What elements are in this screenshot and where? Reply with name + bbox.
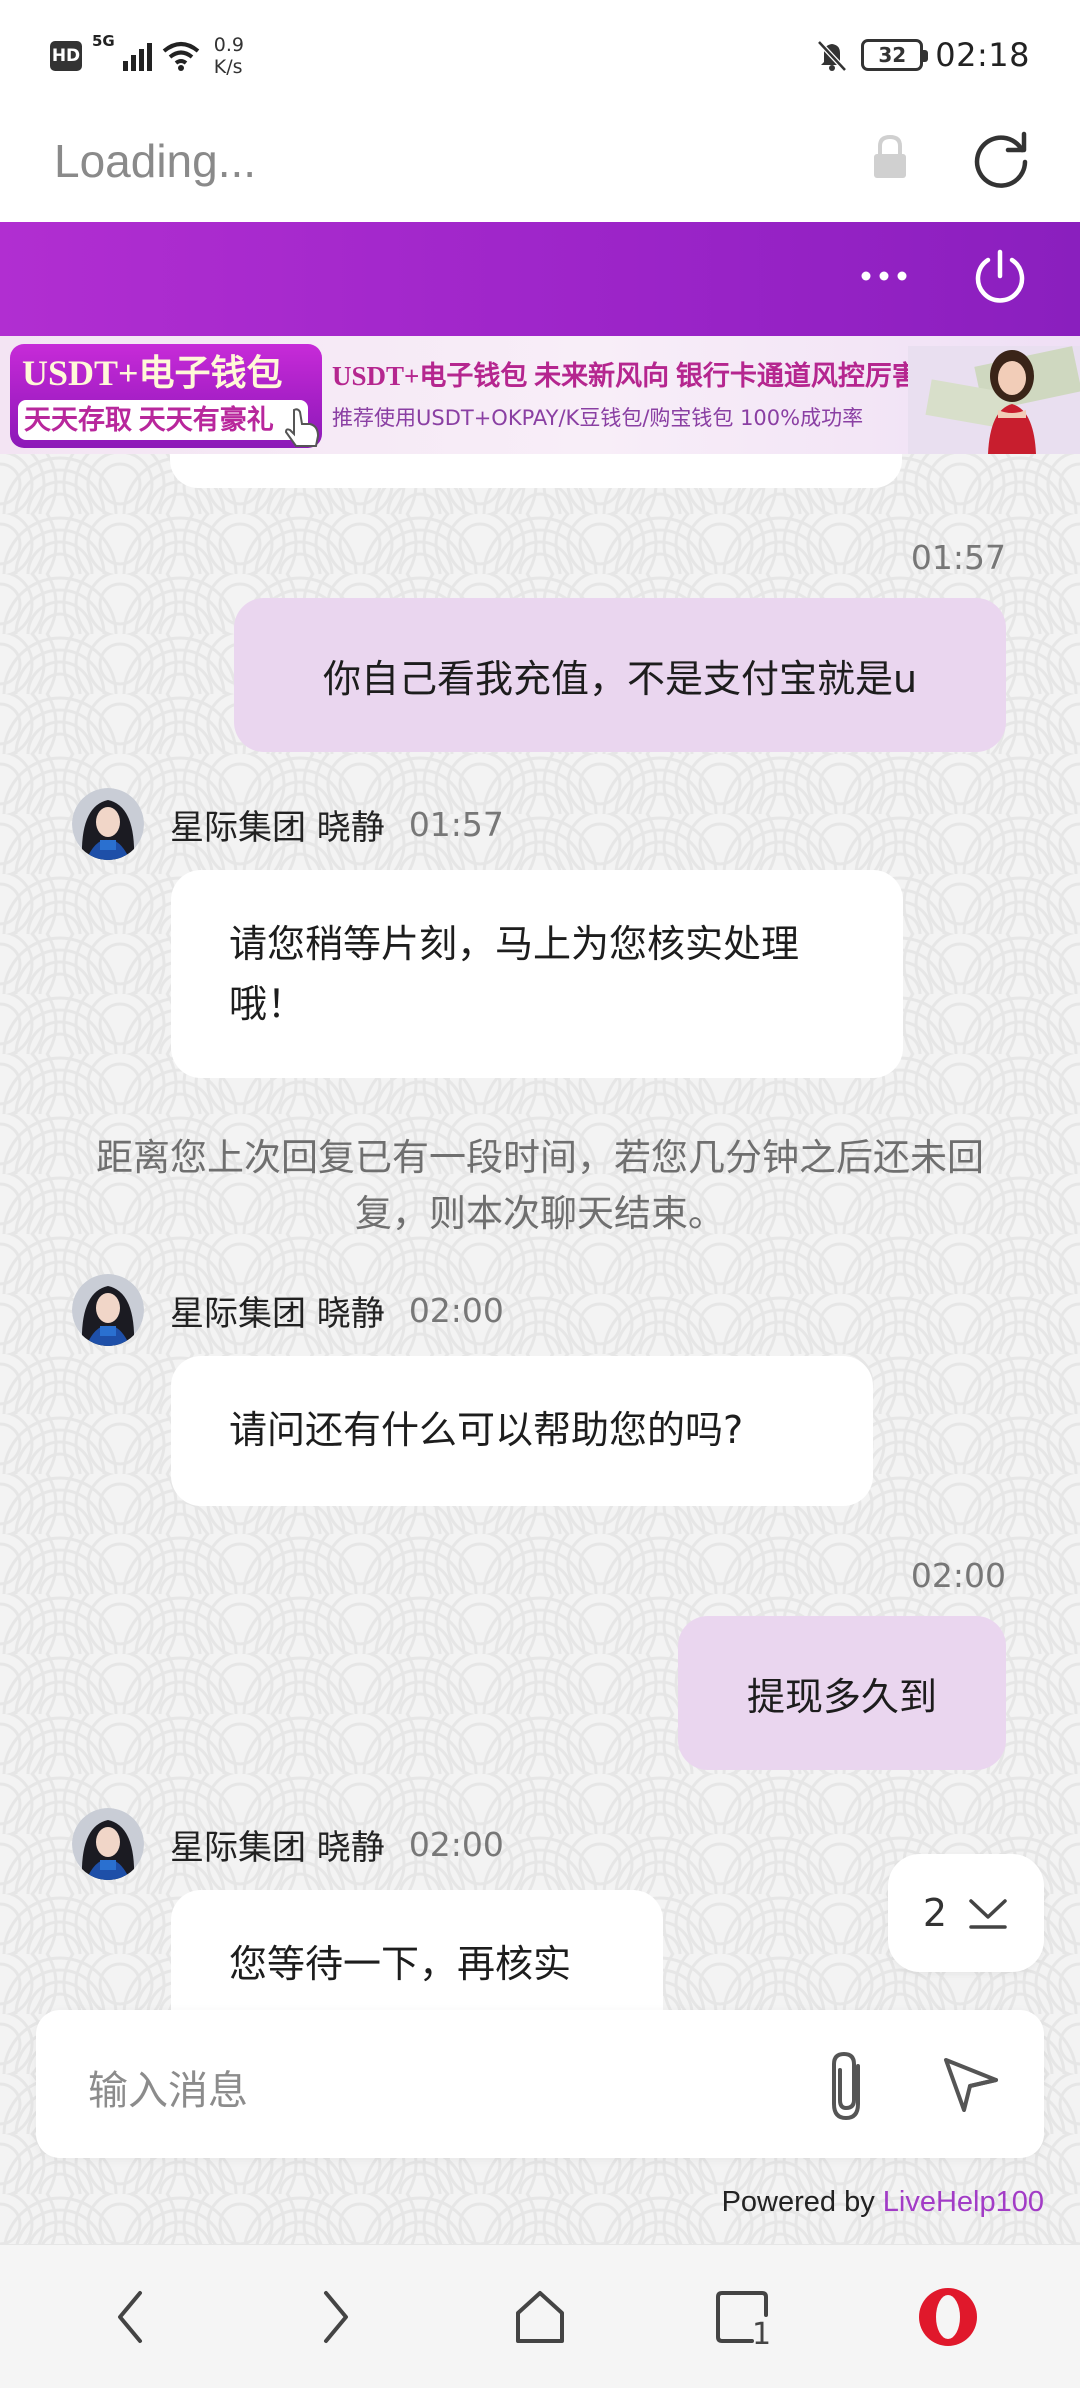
- outgoing-message-bubble[interactable]: 提现多久到: [678, 1616, 1006, 1770]
- agent-header: 星际集团 晓静 02:00: [72, 1808, 504, 1880]
- chevron-down-icon: [969, 1899, 1007, 1929]
- agent-name: 星际集团 晓静: [170, 807, 385, 848]
- incoming-message-bubble[interactable]: 请您稍等片刻，马上为您核实处理哦！: [171, 870, 903, 1078]
- home-button[interactable]: [504, 2281, 576, 2353]
- agent-avatar[interactable]: [72, 788, 144, 860]
- address-input[interactable]: Loading...: [54, 134, 256, 188]
- powered-by: Powered by LiveHelp100: [722, 2186, 1044, 2219]
- forward-button[interactable]: [300, 2281, 372, 2353]
- outgoing-message-bubble[interactable]: 你自己看我充值，不是支付宝就是u: [234, 598, 1006, 752]
- back-button[interactable]: [94, 2281, 166, 2353]
- system-notice: 距离您上次回复已有一段时间，若您几分钟之后还未回复，则本次聊天结束。: [96, 1136, 984, 1235]
- net-speed-unit: K/s: [213, 56, 243, 78]
- chat-area[interactable]: 01:57 你自己看我充值，不是支付宝就是u 星际集团 晓静 01:57 请您稍…: [0, 454, 1080, 2244]
- banner-badge: USDT+电子钱包 天天存取 天天有豪礼: [10, 344, 322, 448]
- banner-badge-subtitle: 天天存取 天天有豪礼: [18, 400, 308, 440]
- message-time: 02:00: [408, 1824, 504, 1864]
- reload-icon[interactable]: [970, 128, 1032, 190]
- net-speed: 0.9 K/s: [214, 34, 244, 78]
- signal-icon: [122, 41, 152, 71]
- mute-icon: [817, 40, 848, 72]
- tabs-count: 1: [752, 2317, 772, 2352]
- forward-icon: [324, 2291, 348, 2343]
- message-input[interactable]: 输入消息: [88, 2058, 248, 2116]
- status-left: HD 5G 0.9 K/s: [50, 34, 244, 78]
- browser-bottom-nav: 1: [0, 2244, 1080, 2388]
- agent-avatar[interactable]: [72, 1808, 144, 1880]
- agent-name: 星际集团 晓静: [170, 1293, 385, 1334]
- previous-message-bubble: [170, 454, 902, 488]
- power-icon[interactable]: [970, 246, 1030, 306]
- more-icon[interactable]: [856, 256, 912, 296]
- banner-woman-image: [908, 346, 1080, 454]
- unread-count: 2: [922, 1891, 948, 1935]
- message-time: 02:00: [408, 1290, 504, 1330]
- ad-banner[interactable]: USDT+电子钱包 天天存取 天天有豪礼 USDT+电子钱包 未来新风向 银行卡…: [0, 336, 1080, 454]
- scroll-to-bottom-button[interactable]: 2: [888, 1854, 1044, 1972]
- banner-subline: 推荐使用USDT+OKPAY/K豆钱包/购宝钱包 100%成功率: [332, 406, 864, 430]
- agent-header: 星际集团 晓静 02:00: [72, 1274, 504, 1346]
- address-bar: Loading...: [0, 110, 1080, 222]
- message-time: 01:57: [408, 804, 504, 844]
- hd-badge: HD: [50, 41, 82, 71]
- agent-avatar[interactable]: [72, 1274, 144, 1346]
- home-icon: [516, 2291, 564, 2343]
- message-time: 02:00: [910, 1556, 1006, 1595]
- attach-icon[interactable]: [822, 2048, 878, 2124]
- status-time: 02:18: [935, 36, 1030, 74]
- banner-badge-title: USDT+电子钱包: [22, 353, 283, 393]
- message-time: 01:57: [910, 538, 1006, 577]
- agent-header: 星际集团 晓静 01:57: [72, 788, 504, 860]
- agent-name: 星际集团 晓静: [170, 1827, 385, 1868]
- opera-icon: [919, 2288, 977, 2346]
- tabs-button[interactable]: 1: [708, 2281, 780, 2353]
- message-input-container: 输入消息: [36, 2010, 1044, 2158]
- chat-header: [0, 222, 1080, 336]
- banner-headline: USDT+电子钱包 未来新风向 银行卡通道风控厉害: [332, 361, 919, 391]
- send-icon[interactable]: [940, 2054, 1000, 2114]
- status-right: 32 02:18: [815, 36, 1030, 74]
- battery-indicator: 32: [861, 39, 929, 71]
- lock-icon[interactable]: [870, 132, 910, 182]
- status-bar: HD 5G 0.9 K/s 32 02:18: [0, 0, 1080, 110]
- network-type: 5G: [92, 32, 115, 50]
- wifi-icon: [162, 42, 200, 71]
- hand-pointer-icon: [284, 408, 320, 447]
- opera-menu-button[interactable]: [912, 2281, 984, 2353]
- incoming-message-bubble[interactable]: 请问还有什么可以帮助您的吗?: [171, 1356, 873, 1506]
- back-icon: [118, 2291, 142, 2343]
- powered-by-prefix: Powered by: [721, 2186, 883, 2218]
- powered-by-link[interactable]: LiveHelp100: [883, 2186, 1044, 2218]
- net-speed-value: 0.9: [213, 34, 244, 56]
